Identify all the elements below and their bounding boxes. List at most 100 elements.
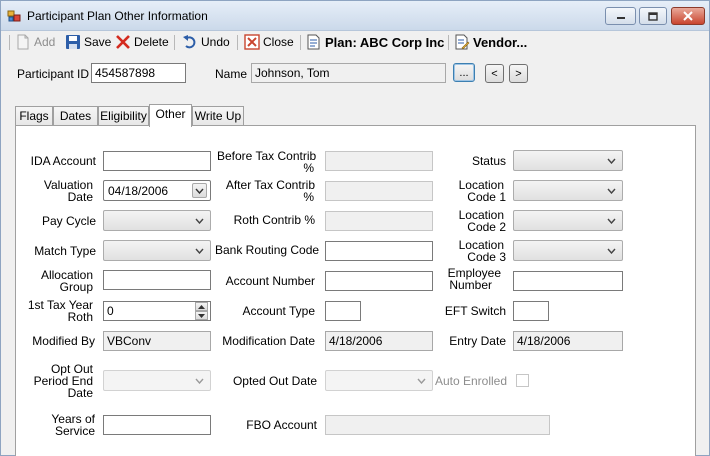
roth-contrib-field[interactable] — [325, 211, 433, 231]
vendor-label: Vendor... — [473, 34, 528, 50]
tab-other[interactable]: Other — [149, 104, 192, 127]
add-label: Add — [34, 35, 56, 49]
modification-date-label: Modification Date — [222, 334, 315, 348]
save-label: Save — [84, 35, 112, 49]
delete-button[interactable]: Delete — [115, 32, 169, 52]
title-bar: Participant Plan Other Information — [1, 1, 709, 31]
tab-flags[interactable]: Flags — [15, 106, 53, 126]
tab-eligibility[interactable]: Eligibility — [98, 106, 149, 126]
chevron-down-icon — [604, 243, 619, 258]
plan-button[interactable]: Plan: ABC Corp Inc — [306, 32, 444, 52]
participant-id-label: Participant ID — [17, 67, 90, 81]
allocation-group-field[interactable] — [103, 270, 211, 290]
calendar-dropdown-icon — [414, 373, 429, 388]
participant-id-field[interactable]: 454587898 — [91, 63, 186, 83]
spin-down-icon[interactable] — [195, 311, 208, 320]
auto-enrolled-checkbox[interactable] — [516, 374, 529, 387]
plan-label: Plan: ABC Corp Inc — [325, 34, 445, 50]
chevron-down-icon — [604, 213, 619, 228]
previous-participant-button[interactable]: < — [485, 64, 504, 83]
after-tax-contrib-field[interactable] — [325, 181, 433, 201]
account-type-field[interactable] — [325, 301, 361, 321]
employee-number-label-line2: Number — [449, 278, 492, 292]
allocation-group-label-line2: Group — [59, 280, 93, 294]
modification-date-field[interactable]: 4/18/2006 — [325, 331, 433, 351]
account-number-field[interactable] — [325, 271, 433, 291]
auto-enrolled-label: Auto Enrolled — [434, 374, 507, 388]
status-label: Status — [471, 154, 506, 168]
modified-by-label: Modified By — [32, 334, 95, 348]
location-code-2-dropdown[interactable] — [513, 210, 623, 231]
browse-participant-button[interactable]: ... — [453, 63, 475, 82]
location-code-2-label-line2: Code 2 — [467, 220, 506, 234]
status-dropdown[interactable] — [513, 150, 623, 171]
roth-contrib-label: Roth Contrib % — [233, 213, 315, 227]
spin-up-icon[interactable] — [195, 302, 208, 311]
ida-account-field[interactable] — [103, 151, 211, 171]
location-code-3-dropdown[interactable] — [513, 240, 623, 261]
fbo-account-field[interactable] — [325, 415, 550, 435]
delete-icon — [116, 35, 130, 49]
employee-number-field[interactable] — [513, 271, 623, 291]
close-window-button[interactable] — [671, 7, 705, 25]
location-code-1-label-line2: Code 1 — [467, 190, 506, 204]
next-participant-button[interactable]: > — [509, 64, 528, 83]
location-code-1-dropdown[interactable] — [513, 180, 623, 201]
numeric-spinner[interactable] — [195, 302, 208, 320]
new-document-icon — [17, 34, 29, 50]
vendor-button[interactable]: Vendor... — [454, 32, 527, 52]
pay-cycle-label: Pay Cycle — [41, 214, 96, 228]
entry-date-field[interactable]: 4/18/2006 — [513, 331, 623, 351]
eft-switch-field[interactable] — [513, 301, 549, 321]
app-icon — [7, 10, 21, 22]
save-button[interactable]: Save — [65, 32, 111, 52]
before-tax-contrib-label-line1: Before Tax Contrib — [217, 149, 317, 163]
pay-cycle-dropdown[interactable] — [103, 210, 211, 231]
name-field[interactable]: Johnson, Tom — [251, 63, 446, 83]
chevron-down-icon — [604, 153, 619, 168]
bank-routing-code-field[interactable] — [325, 241, 433, 261]
undo-icon — [183, 35, 196, 49]
calendar-dropdown-icon — [192, 373, 207, 388]
document-icon — [307, 34, 320, 50]
chevron-down-icon — [192, 213, 207, 228]
fbo-account-label: FBO Account — [246, 418, 317, 432]
account-type-label: Account Type — [242, 304, 316, 318]
after-tax-contrib-label-line2: % — [303, 190, 314, 204]
toolbar-separator — [448, 35, 449, 50]
minimize-button[interactable] — [605, 7, 636, 25]
chevron-down-icon — [604, 183, 619, 198]
close-label: Close — [263, 35, 294, 49]
toolbar-grip — [9, 35, 10, 50]
calendar-dropdown-icon[interactable] — [192, 183, 207, 198]
toolbar: Add Save Delete Undo Close Plan: ABC Cor… — [1, 31, 709, 53]
years-of-service-field[interactable] — [103, 415, 211, 435]
document-edit-icon — [455, 34, 470, 50]
opt-out-period-end-date-label-line3: Date — [67, 386, 93, 400]
before-tax-contrib-field[interactable] — [325, 151, 433, 171]
eft-switch-label: EFT Switch — [444, 304, 506, 318]
valuation-date-label-line2: Date — [67, 190, 93, 204]
name-label: Name — [215, 67, 248, 81]
match-type-dropdown[interactable] — [103, 240, 211, 261]
valuation-date-picker[interactable]: 04/18/2006 — [103, 180, 211, 201]
window-title: Participant Plan Other Information — [27, 9, 208, 23]
opt-out-period-end-date-picker[interactable] — [103, 370, 211, 391]
tab-write-up[interactable]: Write Up — [192, 106, 244, 126]
add-button[interactable]: Add — [15, 32, 55, 52]
close-button[interactable]: Close — [244, 32, 294, 52]
undo-label: Undo — [201, 35, 230, 49]
undo-button[interactable]: Undo — [182, 32, 230, 52]
years-of-service-label-line2: Service — [54, 424, 95, 438]
delete-label: Delete — [134, 35, 169, 49]
close-form-icon — [244, 34, 260, 50]
entry-date-label: Entry Date — [449, 334, 506, 348]
opted-out-date-picker[interactable] — [325, 370, 433, 391]
tab-dates[interactable]: Dates — [53, 106, 98, 126]
maximize-button[interactable] — [639, 7, 667, 25]
account-number-label: Account Number — [225, 274, 315, 288]
location-code-3-label-line2: Code 3 — [467, 250, 506, 264]
ida-account-label: IDA Account — [30, 154, 96, 168]
modified-by-field[interactable]: VBConv — [103, 331, 211, 351]
close-icon — [683, 11, 693, 21]
